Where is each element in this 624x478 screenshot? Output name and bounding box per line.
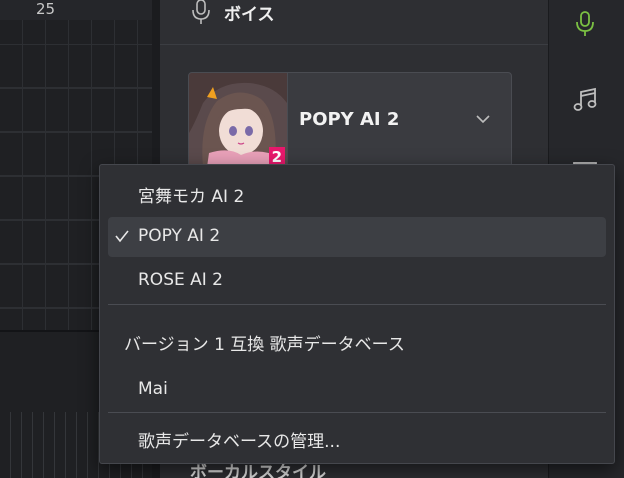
menu-item-label: 歌声データベースの管理... [138, 432, 341, 452]
menu-divider [108, 304, 606, 305]
menu-item-legacy-databases[interactable]: バージョン 1 互換 歌声データベース [108, 321, 606, 361]
menu-item-label: 宮舞モカ AI 2 [138, 187, 245, 207]
voice-portrait: 2 [189, 73, 288, 167]
checkmark-icon [115, 230, 129, 243]
menu-item-manage-databases[interactable]: 歌声データベースの管理... [108, 418, 606, 458]
voice-selector-dropdown[interactable]: 2 POPY AI 2 [188, 72, 512, 168]
microphone-icon [192, 0, 210, 24]
music-note-icon[interactable] [571, 86, 599, 114]
menu-item-voice[interactable]: ROSE AI 2 [108, 261, 606, 301]
microphone-icon[interactable] [571, 10, 599, 38]
menu-item-label: POPY AI 2 [138, 226, 221, 246]
voice-panel-title: ボイス [224, 5, 275, 25]
menu-item-label: ROSE AI 2 [138, 270, 223, 290]
selected-voice-name: POPY AI 2 [299, 109, 400, 130]
voice-panel-header: ボイス [160, 0, 548, 45]
ruler-measure-label: 25 [36, 0, 56, 18]
timeline-ruler[interactable]: 25 [0, 0, 152, 20]
chevron-down-icon [476, 115, 490, 124]
voice-dropdown-menu: 宮舞モカ AI 2 POPY AI 2 ROSE AI 2 バージョン 1 互換… [99, 164, 615, 464]
menu-divider [108, 412, 606, 413]
menu-item-label: Mai [138, 379, 168, 399]
menu-item-voice[interactable]: Mai [108, 370, 606, 410]
app-window: 25 ボイス 2 POPY AI 2 ボーカルスタイル 宮舞モカ AI 2 PO… [0, 0, 624, 478]
menu-item-voice[interactable]: 宮舞モカ AI 2 [108, 173, 606, 213]
menu-item-voice-selected[interactable]: POPY AI 2 [108, 217, 606, 257]
menu-item-label: バージョン 1 互換 歌声データベース [124, 335, 405, 355]
